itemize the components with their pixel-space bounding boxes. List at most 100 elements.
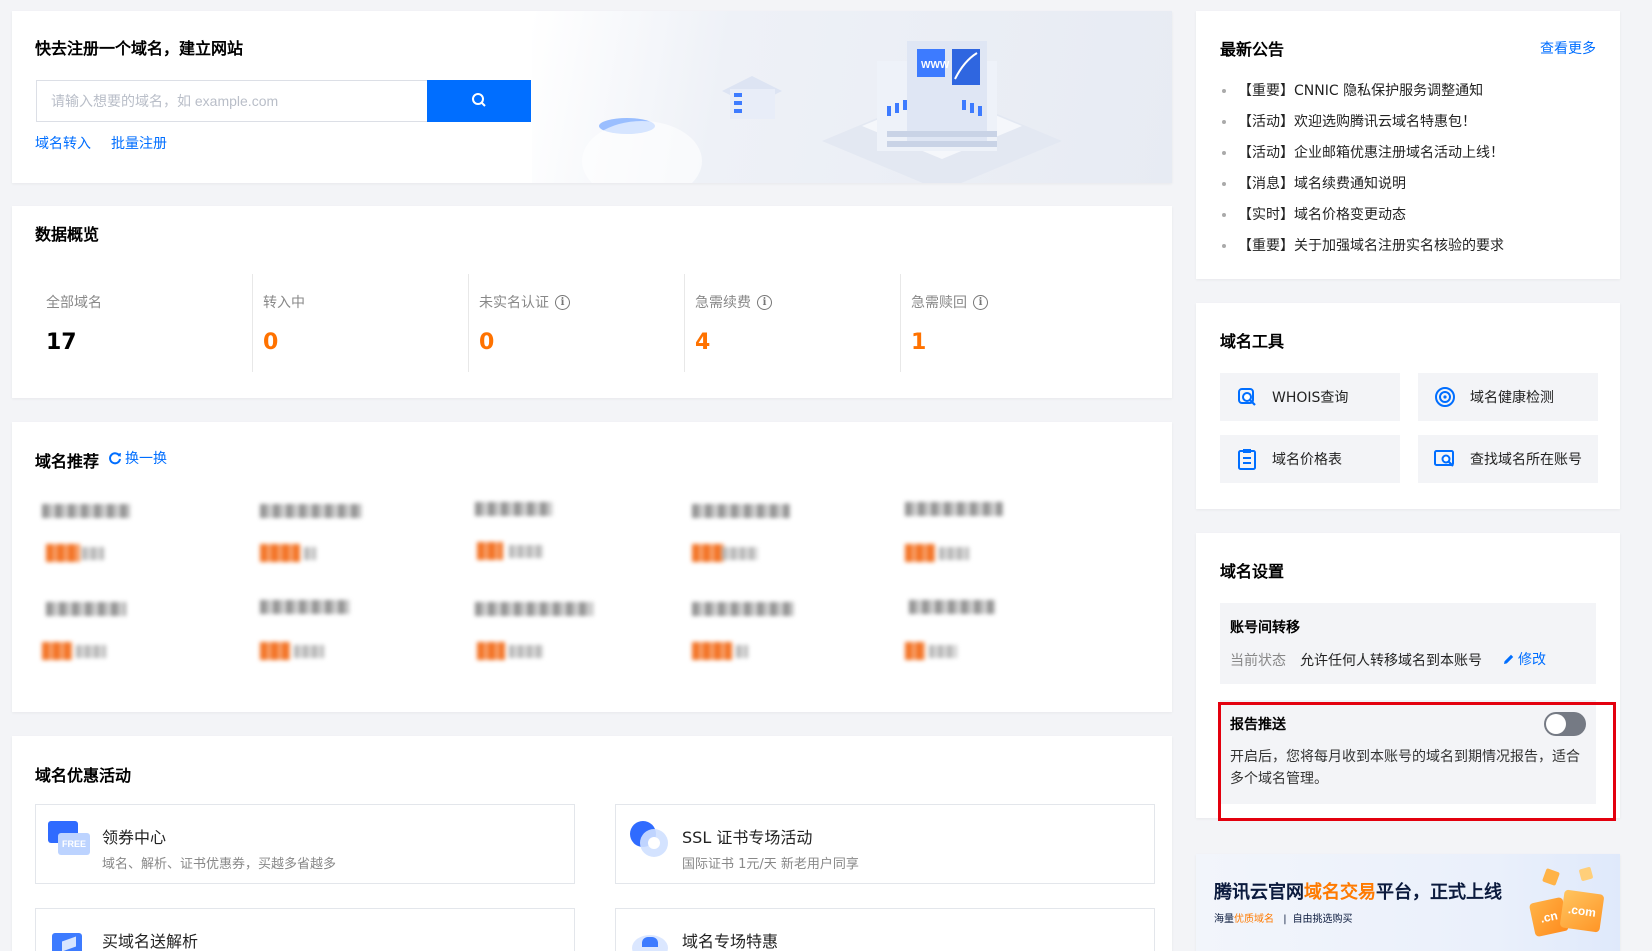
transfer-edit-button[interactable]: 修改 bbox=[1502, 649, 1546, 669]
domain-price bbox=[905, 544, 975, 562]
stat-transferring[interactable]: 转入中 0 bbox=[252, 274, 478, 372]
divider bbox=[684, 274, 685, 372]
stat-renew-urgent[interactable]: 急需续费 i 4 bbox=[684, 274, 910, 372]
tool-health-check[interactable]: 域名健康检测 bbox=[1418, 373, 1598, 421]
tool-label: WHOIS查询 bbox=[1272, 390, 1349, 406]
domain-search-button[interactable] bbox=[427, 80, 531, 122]
find-account-icon bbox=[1434, 448, 1456, 470]
promo-coupon-center[interactable]: FREE 领券中心 域名、解析、证书优惠券，买越多省越多 bbox=[35, 804, 575, 884]
stat-total[interactable]: 全部域名 17 bbox=[35, 274, 261, 372]
recommend-title: 域名推荐 bbox=[35, 452, 100, 471]
recommended-domain[interactable] bbox=[46, 602, 126, 616]
notice-text: 【重要】CNNIC 隐私保护服务调整通知 bbox=[1238, 83, 1484, 99]
promo-item-subtitle: 域名、解析、证书优惠券，买越多省越多 bbox=[102, 857, 337, 872]
domain-price bbox=[477, 642, 547, 660]
notice-item[interactable]: 【消息】域名续费通知说明 bbox=[1222, 173, 1406, 193]
promo-item-title: 领券中心 bbox=[102, 828, 167, 847]
notice-card: 最新公告 查看更多 【重要】CNNIC 隐私保护服务调整通知 【活动】欢迎选购腾… bbox=[1196, 11, 1620, 279]
coupon-icon: FREE bbox=[48, 819, 92, 859]
info-icon[interactable]: i bbox=[555, 294, 570, 310]
account-transfer-box: 账号间转移 当前状态 允许任何人转移域名到本账号 修改 bbox=[1220, 603, 1596, 684]
small-cube bbox=[1578, 866, 1594, 882]
promo-item-title: 买域名送解析 bbox=[102, 932, 199, 951]
toggle-knob bbox=[1546, 714, 1566, 734]
overview-title: 数据概览 bbox=[35, 225, 100, 244]
tools-title: 域名工具 bbox=[1220, 332, 1285, 351]
notice-item[interactable]: 【实时】域名价格变更动态 bbox=[1222, 204, 1406, 224]
stat-value: 0 bbox=[263, 330, 279, 355]
info-icon[interactable]: i bbox=[973, 294, 988, 310]
refresh-button[interactable]: 换一换 bbox=[108, 448, 167, 468]
stat-value: 17 bbox=[46, 330, 77, 355]
report-desc-line: 多个域名管理。 bbox=[1230, 771, 1328, 787]
domain-price bbox=[477, 542, 547, 560]
recommended-domain[interactable] bbox=[475, 602, 593, 616]
recommended-domain[interactable] bbox=[905, 502, 1003, 516]
stat-value: 0 bbox=[479, 330, 495, 355]
recommended-domain[interactable] bbox=[42, 504, 130, 518]
recommended-domain[interactable] bbox=[692, 504, 790, 518]
edit-icon bbox=[1504, 654, 1514, 664]
info-icon[interactable]: i bbox=[757, 294, 772, 310]
health-check-icon bbox=[1434, 386, 1456, 408]
notice-item[interactable]: 【活动】企业邮箱优惠注册域名活动上线！ bbox=[1222, 142, 1504, 162]
stat-redeem-urgent[interactable]: 急需赎回 i 1 bbox=[900, 274, 1126, 372]
bullet bbox=[1222, 182, 1226, 186]
stat-label: 急需续费 bbox=[695, 295, 751, 311]
promo-special[interactable]: 域名专场特惠 bbox=[615, 908, 1155, 951]
data-overview-card: 数据概览 全部域名 17 转入中 0 未实名认证 i 0 急需续费 i 4 急需赎回… bbox=[12, 206, 1172, 398]
notice-item[interactable]: 【活动】欢迎选购腾讯云域名特惠包！ bbox=[1222, 111, 1476, 131]
price-list-icon bbox=[1236, 448, 1258, 470]
banner-sub-part: 自由挑选购买 bbox=[1292, 914, 1353, 925]
notice-item[interactable]: 【重要】CNNIC 隐私保护服务调整通知 bbox=[1222, 80, 1483, 100]
tool-find-account[interactable]: 查找域名所在账号 bbox=[1418, 435, 1598, 483]
promo-item-subtitle: 国际证书 1元/天 新老用户同享 bbox=[682, 857, 859, 872]
com-badge: .com bbox=[1559, 889, 1605, 933]
domain-settings-card: 域名设置 账号间转移 当前状态 允许任何人转移域名到本账号 修改 报告推送 开启… bbox=[1196, 533, 1620, 818]
report-title: 报告推送 bbox=[1230, 717, 1286, 733]
domain-price bbox=[46, 544, 106, 562]
stat-unverified[interactable]: 未实名认证 i 0 bbox=[468, 274, 694, 372]
domain-price bbox=[692, 642, 752, 660]
stat-label: 转入中 bbox=[263, 295, 305, 311]
divider bbox=[252, 274, 253, 372]
transfer-status-value: 允许任何人转移域名到本账号 bbox=[1300, 653, 1482, 669]
domain-search-input[interactable] bbox=[36, 80, 427, 122]
tool-price-list[interactable]: 域名价格表 bbox=[1220, 435, 1400, 483]
divider bbox=[468, 274, 469, 372]
bullet bbox=[1222, 213, 1226, 217]
promo-dns-gift[interactable]: 买域名送解析 bbox=[35, 908, 575, 951]
bullet bbox=[1222, 89, 1226, 93]
report-desc-line: 开启后，您将每月收到本账号的域名到期情况报告，适合 bbox=[1230, 749, 1580, 765]
domain-price bbox=[260, 642, 330, 660]
notice-text: 【重要】关于加强域名注册实名核验的要求 bbox=[1238, 238, 1504, 254]
report-push-toggle[interactable] bbox=[1544, 712, 1586, 736]
domain-trade-banner[interactable]: 腾讯云官网域名交易平台，正式上线 海量优质域名 | 自由挑选购买 .cn .com bbox=[1196, 854, 1620, 951]
stat-label: 全部域名 bbox=[46, 295, 102, 311]
hero-illustration: WWW bbox=[532, 11, 1172, 183]
transfer-status-label: 当前状态 bbox=[1230, 653, 1286, 669]
domain-recommend-card: 域名推荐 换一换 bbox=[12, 422, 1172, 712]
settings-title: 域名设置 bbox=[1220, 562, 1285, 581]
promo-ssl[interactable]: SSL 证书专场活动 国际证书 1元/天 新老用户同享 bbox=[615, 804, 1155, 884]
recommended-domain[interactable] bbox=[475, 502, 553, 516]
view-more-link[interactable]: 查看更多 bbox=[1540, 38, 1596, 58]
notice-title: 最新公告 bbox=[1220, 40, 1285, 59]
promo-title: 域名优惠活动 bbox=[35, 766, 132, 785]
recommended-domain[interactable] bbox=[692, 602, 794, 616]
domain-price bbox=[260, 544, 320, 562]
register-card: WWW 快去注册一个域名，建立网站 域名转入 批量注册 bbox=[12, 11, 1172, 183]
notice-text: 【活动】欢迎选购腾讯云域名特惠包！ bbox=[1238, 114, 1476, 130]
notice-item[interactable]: 【重要】关于加强域名注册实名核验的要求 bbox=[1222, 235, 1504, 255]
recommended-domain[interactable] bbox=[909, 600, 995, 614]
recommended-domain[interactable] bbox=[260, 600, 350, 614]
transfer-title: 账号间转移 bbox=[1230, 620, 1300, 636]
banner-title-part: 腾讯云官网 bbox=[1214, 882, 1304, 903]
bulk-register-link[interactable]: 批量注册 bbox=[111, 133, 167, 153]
recommended-domain[interactable] bbox=[260, 504, 362, 518]
tool-label: 查找域名所在账号 bbox=[1470, 452, 1582, 468]
small-cube bbox=[1542, 868, 1560, 886]
special-icon bbox=[628, 923, 672, 951]
domain-transfer-link[interactable]: 域名转入 bbox=[35, 133, 91, 153]
tool-whois[interactable]: WHOIS查询 bbox=[1220, 373, 1400, 421]
